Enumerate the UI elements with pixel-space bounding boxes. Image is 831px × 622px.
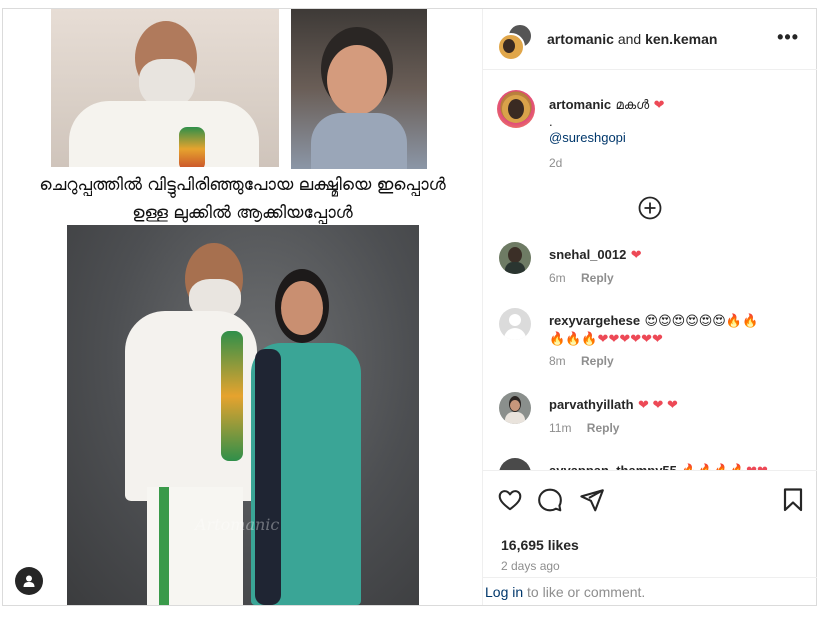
comment-item: rexyvargehese 😍😍😍😍😍😍🔥🔥 🔥🔥🔥❤❤❤❤❤❤ 8m Repl… — [497, 308, 807, 378]
caption-username[interactable]: artomanic — [549, 97, 611, 112]
caption-avatar[interactable] — [497, 90, 535, 128]
load-more-comments-button[interactable] — [638, 196, 662, 220]
post-header: artomanic and ken.keman ••• — [483, 9, 817, 70]
commenter-username[interactable]: rexyvargehese — [549, 313, 640, 328]
paper-plane-icon — [580, 489, 604, 512]
bookmark-icon — [783, 488, 803, 512]
comments-list[interactable]: artomanic മകൾ ❤ . @sureshgopi 2d snehal_… — [483, 70, 817, 470]
authors-joiner: and — [617, 31, 642, 47]
comment-bubble-icon — [538, 488, 562, 512]
commenter-avatar[interactable] — [499, 242, 531, 274]
caption-text: മകൾ — [615, 97, 650, 112]
plus-circle-icon — [638, 196, 662, 220]
user-tags-button[interactable] — [15, 567, 43, 595]
login-text: to like or comment. — [523, 584, 646, 600]
author-link-1[interactable]: artomanic — [547, 31, 614, 47]
reply-button[interactable]: Reply — [587, 421, 620, 435]
post-side-panel: artomanic and ken.keman ••• artomanic മക… — [482, 9, 817, 605]
caption-dot: . — [549, 114, 553, 129]
commenter-avatar[interactable] — [499, 392, 531, 424]
mention-link[interactable]: @sureshgopi — [549, 130, 626, 145]
comment-text: ❤ — [630, 247, 642, 262]
post-date: 2 days ago — [501, 559, 560, 573]
caption-line-2: ഉള്ള ലുക്കിൽ ആക്കിയപ്പോൾ — [132, 203, 353, 223]
login-prompt: Log in to like or comment. — [483, 577, 817, 606]
comment-text: ❤ ❤ ❤ — [637, 397, 678, 412]
comment-text: 🔥🔥🔥🔥❤❤ — [681, 463, 768, 470]
post-media[interactable]: ചെറുപ്പത്തിൽ വിട്ടുപിരിഞ്ഞുപോയ ലക്ഷ്മിയെ… — [3, 9, 482, 605]
commenter-avatar-default[interactable] — [499, 308, 531, 340]
login-link[interactable]: Log in — [485, 584, 523, 600]
save-button[interactable] — [781, 487, 805, 513]
comment-item: snehal_0012 ❤ 6m Reply — [497, 242, 807, 292]
post-modal: ചെറുപ്പത്തിൽ വിട്ടുപിരിഞ്ഞുപോയ ലക്ഷ്മിയെ… — [2, 8, 817, 606]
commenter-avatar[interactable] — [499, 458, 531, 470]
watermark: Artomanic — [195, 515, 280, 534]
commenter-username[interactable]: parvathyillath — [549, 397, 634, 412]
comment-item: parvathyillath ❤ ❤ ❤ 11m Reply — [497, 392, 807, 442]
photo-man — [51, 9, 279, 167]
photo-couple: Artomanic — [67, 225, 419, 605]
comment-time: 11m — [549, 421, 572, 435]
author-link-2[interactable]: ken.keman — [645, 31, 717, 47]
commenter-username[interactable]: ayyappan_thampy55 — [549, 463, 677, 470]
comment-time: 8m — [549, 354, 566, 368]
reply-button[interactable]: Reply — [581, 271, 614, 285]
heart-emoji: ❤ — [653, 97, 665, 112]
more-options-icon[interactable]: ••• — [777, 27, 799, 48]
user-icon — [23, 575, 35, 587]
caption-line-1: ചെറുപ്പത്തിൽ വിട്ടുപിരിഞ്ഞുപോയ ലക്ഷ്മിയെ… — [39, 175, 446, 195]
comment-text-line2: 🔥🔥🔥❤❤❤❤❤❤ — [549, 331, 663, 346]
comment-item: ayyappan_thampy55 🔥🔥🔥🔥❤❤ — [497, 458, 807, 470]
share-button[interactable] — [579, 487, 605, 513]
comment-text-line1: 😍😍😍😍😍😍🔥🔥 — [644, 313, 759, 328]
commenter-username[interactable]: snehal_0012 — [549, 247, 626, 262]
post-authors: artomanic and ken.keman — [547, 31, 717, 47]
author-avatar-stack[interactable] — [497, 23, 533, 61]
comment-time: 6m — [549, 271, 566, 285]
likes-count[interactable]: 16,695 likes — [501, 537, 579, 553]
photo-baby — [291, 9, 427, 169]
reply-button[interactable]: Reply — [581, 354, 614, 368]
like-button[interactable] — [497, 487, 523, 513]
caption-time: 2d — [549, 156, 563, 170]
post-actions: 16,695 likes 2 days ago — [483, 470, 817, 583]
post-caption: artomanic മകൾ ❤ . @sureshgopi 2d — [497, 86, 807, 176]
comment-button[interactable] — [537, 487, 563, 513]
heart-outline-icon — [498, 490, 522, 511]
